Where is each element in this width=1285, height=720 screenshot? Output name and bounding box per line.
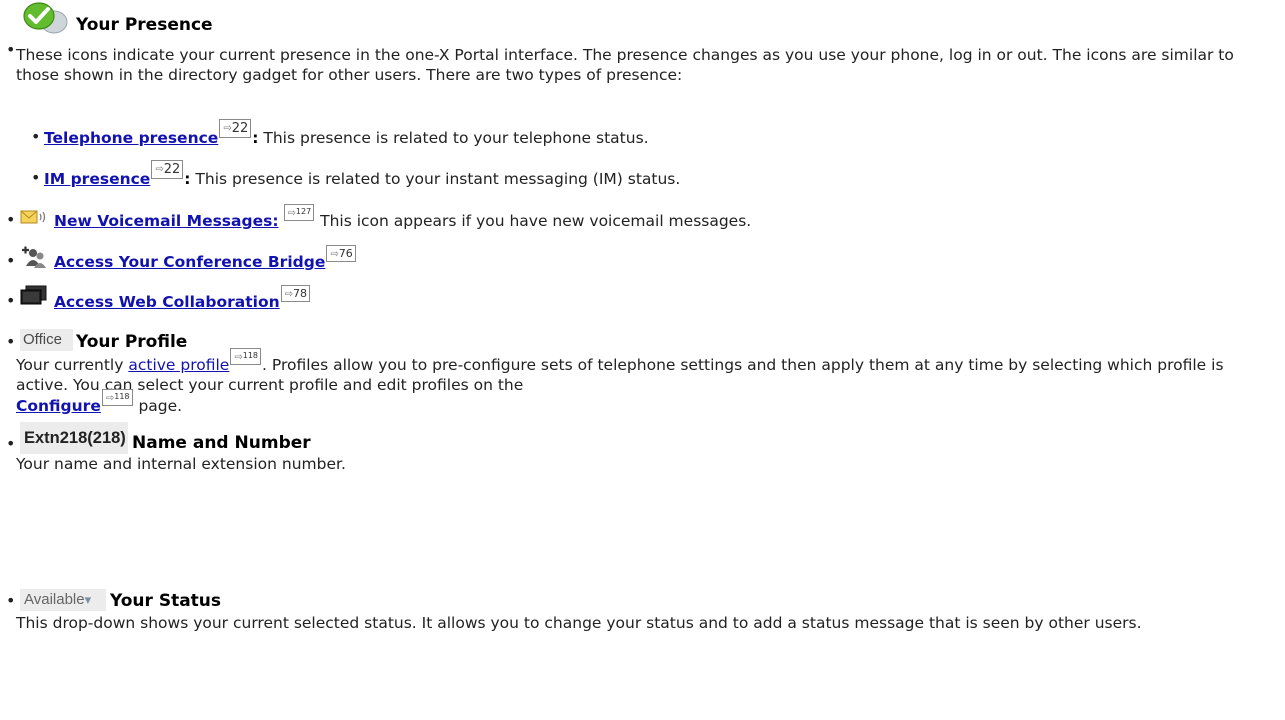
web-collaboration-icon xyxy=(20,285,48,307)
bullet: • xyxy=(6,291,16,310)
im-presence-link[interactable]: IM presence xyxy=(44,170,150,188)
active-profile-link[interactable]: active profile xyxy=(128,356,229,374)
page-ref[interactable]: ⇨22 xyxy=(219,119,252,138)
bullet: • xyxy=(6,434,16,453)
presence-title: Your Presence xyxy=(76,15,213,35)
im-presence-text: This presence is related to your instant… xyxy=(190,170,681,188)
page-ref[interactable]: ⇨78 xyxy=(280,285,311,302)
bullet: • xyxy=(31,127,41,146)
bullet: • xyxy=(6,210,16,229)
status-title: Your Status xyxy=(110,591,222,611)
conference-bridge-icon xyxy=(20,244,48,270)
extension-tag: Extn218(218) xyxy=(20,422,128,454)
profile-title: Your Profile xyxy=(76,332,188,352)
profile-tag: Office xyxy=(20,329,73,351)
name-title: Name and Number xyxy=(132,433,311,453)
name-description: Your name and internal extension number. xyxy=(16,455,346,473)
bullet: • xyxy=(31,168,41,187)
status-description: This drop-down shows your current select… xyxy=(16,614,1142,632)
bullet: • xyxy=(6,332,16,351)
bullet: • xyxy=(6,251,16,270)
bullet: • xyxy=(6,591,16,610)
profile-description: Your currently active profile ⇨118. Profi… xyxy=(16,348,1271,416)
presence-description: These icons indicate your current presen… xyxy=(16,46,1234,84)
conference-bridge-link[interactable]: Access Your Conference Bridge xyxy=(54,253,325,271)
chevron-down-icon: ▾ xyxy=(84,592,92,607)
page-ref[interactable]: ⇨118 xyxy=(101,389,133,406)
configure-link[interactable]: Configure xyxy=(16,397,101,415)
presence-icon xyxy=(22,0,68,38)
telephone-presence-text: This presence is related to your telepho… xyxy=(258,129,649,147)
web-collaboration-link[interactable]: Access Web Collaboration xyxy=(54,293,280,311)
voicemail-text: This icon appears if you have new voicem… xyxy=(315,212,752,230)
telephone-presence-link[interactable]: Telephone presence xyxy=(44,129,218,147)
page-ref[interactable]: ⇨118 xyxy=(230,348,262,365)
new-voicemail-link[interactable]: New Voicemail Messages: xyxy=(54,212,279,230)
bullet: • xyxy=(6,40,16,59)
page-ref[interactable]: ⇨76 xyxy=(326,245,356,262)
voicemail-icon xyxy=(20,208,48,226)
page-ref[interactable]: ⇨22 xyxy=(151,160,184,179)
status-dropdown[interactable]: Available▾ xyxy=(20,589,106,611)
page-ref[interactable]: ⇨127 xyxy=(283,204,315,221)
